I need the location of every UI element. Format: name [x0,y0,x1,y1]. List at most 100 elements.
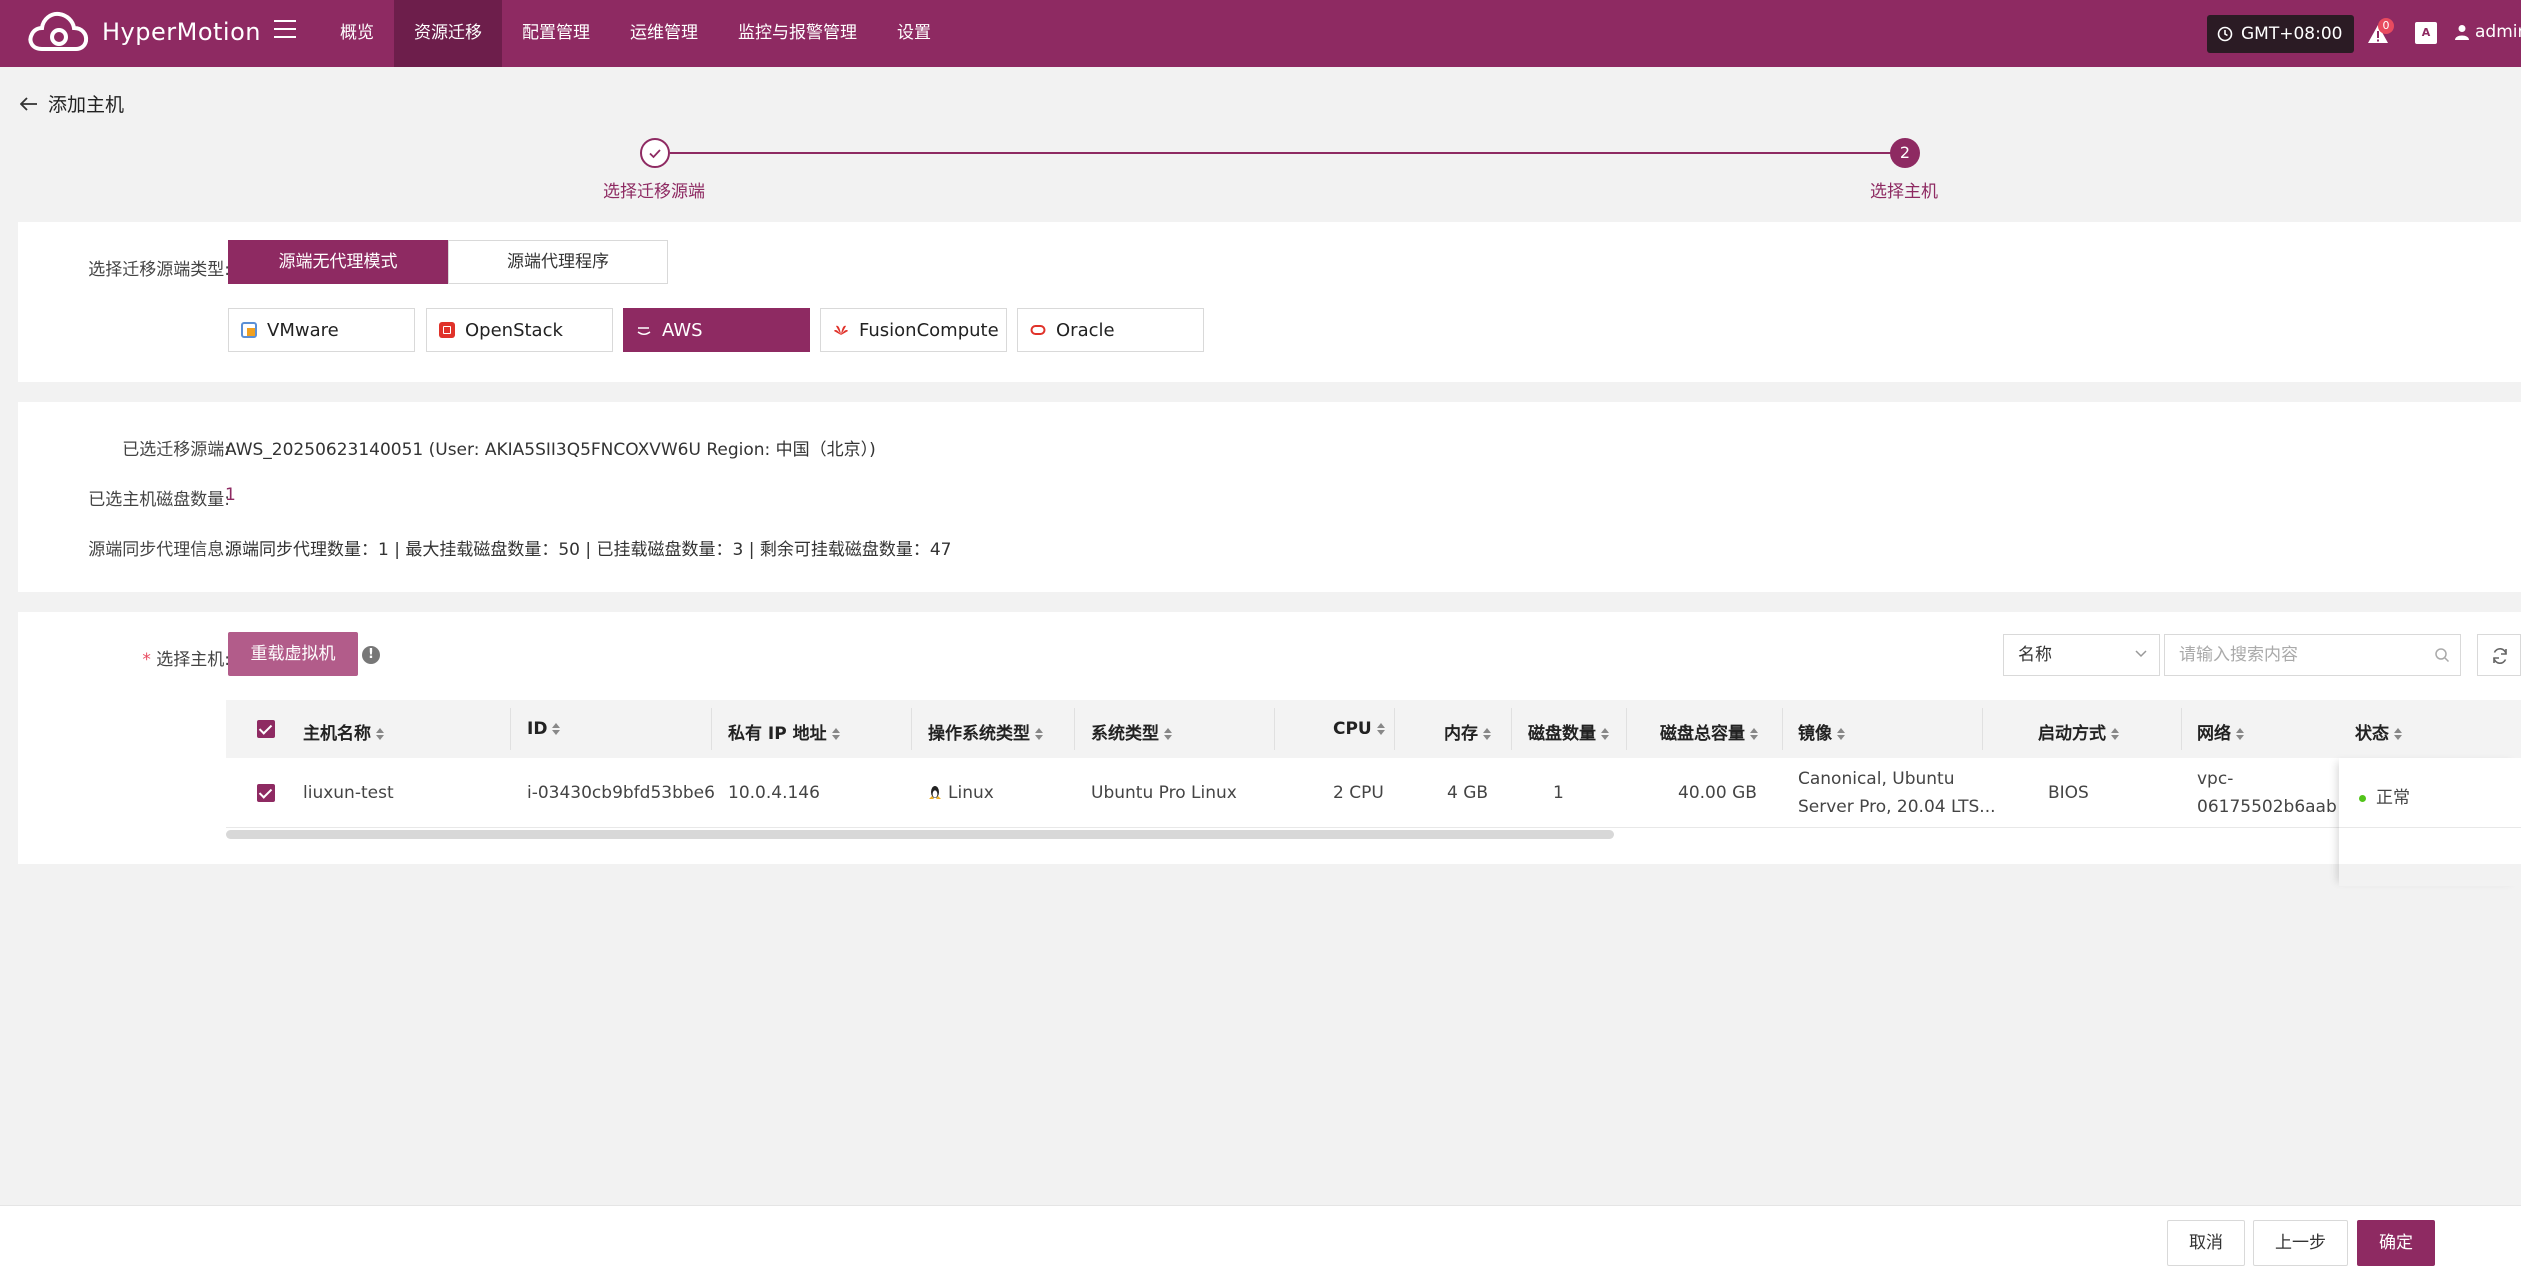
prev-step-button[interactable]: 上一步 [2253,1220,2348,1266]
sort-icon[interactable] [1376,723,1385,735]
selected-source-label: 已选迁移源端: [122,440,230,460]
refresh-button[interactable] [2477,634,2521,676]
col-header-id[interactable]: ID [527,719,561,739]
col-header-system-type[interactable]: 系统类型 [1091,719,1172,744]
cell-status: 正常 [2359,783,2410,808]
step-1-done-icon [640,138,670,168]
cell-name: liuxun-test [303,783,394,803]
app-logo[interactable]: HyperMotion [26,9,261,55]
step-1-label: 选择迁移源端 [603,182,705,202]
col-header-disk-total[interactable]: 磁盘总容量 [1660,719,1758,744]
sort-icon[interactable] [1035,728,1043,740]
col-header-network[interactable]: 网络 [2197,719,2244,744]
mode-agentless-button[interactable]: 源端无代理模式 [228,240,448,284]
info-icon[interactable]: ! [362,646,380,664]
timezone-button[interactable]: GMT+08:00 [2207,15,2355,53]
cell-boot: BIOS [2048,783,2089,803]
oracle-icon [1030,322,1046,338]
cell-image-line1: Canonical, Ubuntu [1798,769,1955,789]
user-menu[interactable]: admin [2455,22,2521,42]
col-header-disk-count[interactable]: 磁盘数量 [1528,719,1609,744]
search-icon [2435,648,2450,663]
select-all-checkbox[interactable] [257,720,275,738]
status-column-fixed [2339,758,2521,886]
language-icon[interactable]: A [2415,22,2437,44]
platform-label: Oracle [1056,319,1115,341]
platform-openstack[interactable]: OpenStack [426,308,613,352]
host-selection-card: * 选择主机: 重载虚拟机 ! 名称 请输入搜索内容 主机名称 ID 私有 IP… [18,612,2521,864]
step-connector [670,152,1895,154]
cell-network-line2: 06175502b6aab97 [2197,797,2336,817]
select-host-label-text: 选择主机: [156,650,230,670]
cell-image-line2: Server Pro, 20.04 LTS... [1798,797,1996,817]
platform-fusioncompute[interactable]: FusionCompute [820,308,1007,352]
filter-field-value: 名称 [2018,645,2052,665]
nav-item-migration[interactable]: 资源迁移 [394,0,502,67]
step-2-label: 选择主机 [1870,182,1938,202]
col-header-cpu[interactable]: CPU [1333,719,1385,739]
nav-item-settings[interactable]: 设置 [877,0,951,67]
linux-icon [929,786,941,799]
status-label: 正常 [2376,788,2410,808]
table-header: 主机名称 ID 私有 IP 地址 操作系统类型 系统类型 CPU 内存 磁盘数量… [226,700,2521,758]
sort-icon[interactable] [376,728,384,740]
os-type-label: Linux [948,783,994,803]
search-input[interactable]: 请输入搜索内容 [2164,634,2461,676]
col-header-status[interactable]: 状态 [2355,719,2402,744]
vmware-icon [241,322,257,338]
row-checkbox[interactable] [257,784,275,802]
reload-vm-button[interactable]: 重载虚拟机 [228,632,358,676]
platform-aws[interactable]: AWS [623,308,810,352]
sort-icon[interactable] [1164,728,1172,740]
col-header-ip[interactable]: 私有 IP 地址 [728,719,840,744]
col-header-image[interactable]: 镜像 [1798,719,1845,744]
search-placeholder: 请输入搜索内容 [2179,645,2298,665]
col-header-memory[interactable]: 内存 [1444,719,1491,744]
platform-label: FusionCompute [859,319,999,341]
horizontal-scrollbar[interactable] [226,830,1614,839]
sort-icon[interactable] [1601,728,1609,740]
sort-icon[interactable] [831,728,840,740]
nav-item-overview[interactable]: 概览 [320,0,394,67]
sort-icon[interactable] [2236,728,2244,740]
select-host-label: * 选择主机: [142,645,230,670]
confirm-button[interactable]: 确定 [2357,1220,2435,1266]
sort-icon[interactable] [1483,728,1491,740]
mode-agent-button[interactable]: 源端代理程序 [448,240,668,284]
main-nav: 概览 资源迁移 配置管理 运维管理 监控与报警管理 设置 [320,0,951,67]
platform-label: OpenStack [465,319,563,341]
proxy-info-label: 源端同步代理信息: [88,540,230,560]
menu-toggle-icon[interactable] [274,20,296,40]
sort-icon[interactable] [1750,728,1758,740]
openstack-icon [439,322,455,338]
sort-icon[interactable] [2394,728,2402,740]
clock-icon [2217,26,2233,42]
disk-count-label: 已选主机磁盘数量: [88,490,230,510]
platform-oracle[interactable]: Oracle [1017,308,1204,352]
sort-icon[interactable] [2111,728,2119,740]
refresh-icon [2493,648,2507,664]
sort-icon[interactable] [1837,728,1845,740]
sort-icon[interactable] [552,723,561,735]
platform-label: AWS [662,319,703,341]
cloud-logo-icon [28,11,89,51]
footer-actions: 取消 上一步 确定 [0,1205,2521,1281]
col-header-boot[interactable]: 启动方式 [2038,719,2119,744]
platform-label: VMware [267,319,339,341]
cancel-button[interactable]: 取消 [2167,1220,2245,1266]
aws-icon [636,322,652,338]
filter-field-select[interactable]: 名称 [2003,634,2160,676]
platform-vmware[interactable]: VMware [228,308,415,352]
back-link[interactable]: 添加主机 [20,90,124,117]
step-2-number: 2 [1890,138,1920,168]
cell-system-type: Ubuntu Pro Linux [1091,783,1237,803]
nav-item-monitoring[interactable]: 监控与报警管理 [718,0,877,67]
required-mark: * [142,650,151,670]
nav-item-config[interactable]: 配置管理 [502,0,610,67]
chevron-down-icon [2135,650,2147,658]
nav-item-ops[interactable]: 运维管理 [610,0,718,67]
col-header-os-type[interactable]: 操作系统类型 [928,719,1043,744]
selection-summary-card: 已选迁移源端: AWS_20250623140051 (User: AKIA5S… [18,402,2521,592]
table-row[interactable]: liuxun-test i-03430cb9bfd53bbe6 10.0.4.1… [226,758,2521,828]
col-header-name[interactable]: 主机名称 [303,719,384,744]
